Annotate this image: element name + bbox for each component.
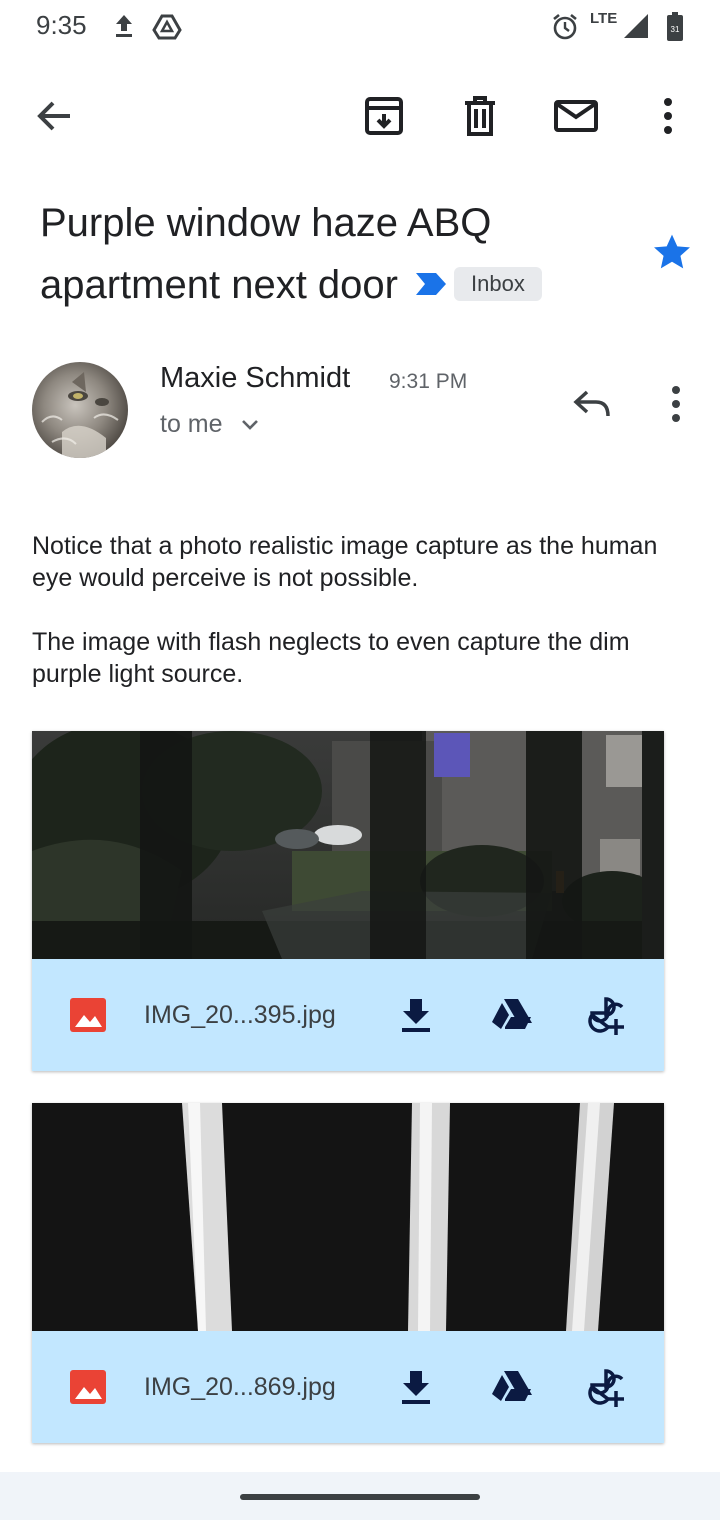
attachment-filename: IMG_20...869.jpg [144, 1373, 336, 1401]
download-icon [402, 999, 430, 1032]
more-vert-icon [664, 98, 672, 134]
message-more-button[interactable] [652, 380, 700, 428]
svg-text:31: 31 [671, 25, 680, 34]
alarm-icon [550, 12, 580, 47]
drive-icon [492, 999, 532, 1029]
back-arrow-icon [37, 101, 70, 131]
reply-button[interactable] [568, 380, 616, 428]
attachment-preview-image[interactable] [32, 1103, 664, 1331]
back-button[interactable] [30, 92, 78, 140]
download-icon [402, 1371, 430, 1404]
attachment-preview-image[interactable] [32, 731, 664, 959]
image-file-icon [68, 1369, 108, 1410]
body-paragraph: Notice that a photo realistic image capt… [32, 532, 658, 592]
photos-add-icon [588, 997, 624, 1035]
sender-name[interactable]: Maxie Schmidt [160, 362, 350, 395]
sent-time: 9:31 PM [389, 370, 468, 393]
drive-icon [492, 1371, 532, 1401]
delete-icon [465, 96, 495, 136]
archive-button[interactable] [360, 92, 408, 140]
navigation-bar [0, 1472, 720, 1520]
body-paragraph: The image with flash neglects to even ca… [32, 628, 630, 688]
importance-marker-icon[interactable] [414, 253, 448, 315]
recipient-details-toggle[interactable]: to me [160, 410, 261, 439]
star-button[interactable] [650, 230, 694, 279]
attachment-bar: IMG_20...395.jpg [32, 959, 664, 1071]
more-vert-icon [672, 386, 680, 422]
reply-icon [573, 390, 610, 417]
download-button[interactable] [392, 1363, 440, 1411]
attachment-filename: IMG_20...395.jpg [144, 1001, 336, 1029]
attachment-bar: IMG_20...869.jpg [32, 1331, 664, 1443]
label-chip[interactable]: Inbox [454, 267, 542, 302]
chevron-down-icon [241, 419, 258, 430]
toolbar [0, 80, 720, 152]
save-to-drive-button[interactable] [488, 991, 536, 1039]
status-bar: 9:35 LTE 31 [0, 0, 720, 56]
photos-add-icon [588, 1369, 624, 1407]
save-to-drive-button[interactable] [488, 1363, 536, 1411]
attachment-card[interactable]: IMG_20...395.jpg [32, 731, 664, 1071]
avatar[interactable] [32, 362, 128, 458]
email-body: Notice that a photo realistic image capt… [32, 530, 702, 722]
signal-icon [622, 12, 650, 45]
network-type: LTE [590, 10, 618, 27]
add-to-photos-button[interactable] [584, 991, 632, 1039]
attachment-card[interactable]: IMG_20...869.jpg [32, 1103, 664, 1443]
delete-button[interactable] [456, 92, 504, 140]
image-file-icon [68, 997, 108, 1038]
drive-icon [152, 12, 182, 45]
gesture-handle[interactable] [240, 1494, 480, 1500]
mark-unread-button[interactable] [552, 92, 600, 140]
email-subject: Purple window haze ABQ apartment next do… [40, 192, 630, 316]
star-icon [654, 234, 690, 269]
more-options-button[interactable] [644, 92, 692, 140]
recipient-text: to me [160, 410, 223, 438]
download-button[interactable] [392, 991, 440, 1039]
upload-icon [112, 12, 136, 45]
mark-unread-icon [554, 100, 598, 132]
status-time: 9:35 [36, 10, 87, 40]
battery-icon: 31 [666, 12, 684, 47]
archive-icon [365, 97, 403, 135]
add-to-photos-button[interactable] [584, 1363, 632, 1411]
